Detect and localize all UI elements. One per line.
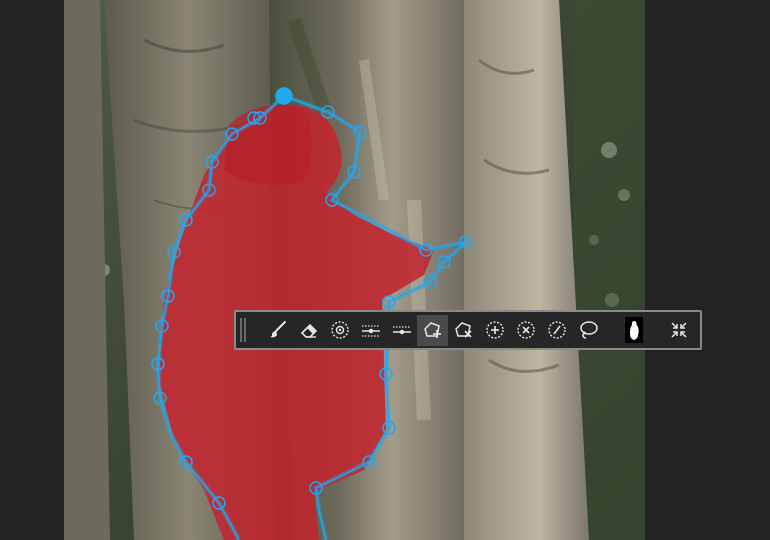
segmentation-toolbar: [234, 310, 702, 350]
mask-preview-toggle[interactable]: [625, 317, 643, 343]
photo-scene: [64, 0, 645, 540]
point-select-tool[interactable]: [324, 315, 355, 346]
threshold-up-tool[interactable]: [355, 315, 386, 346]
polygon-add-icon: [423, 322, 441, 338]
threshold-slider-down-icon: [392, 326, 411, 335]
brush-icon: [269, 321, 286, 338]
mask-preview-icon: [630, 321, 639, 340]
eraser-icon: [300, 323, 317, 338]
point-slash-tool[interactable]: [541, 315, 572, 346]
image-canvas[interactable]: [64, 0, 645, 540]
eraser-tool[interactable]: [293, 315, 324, 346]
polygon-remove-icon: [454, 322, 472, 338]
toolbar-drag-handle[interactable]: [240, 318, 246, 342]
brush-tool[interactable]: [262, 315, 293, 346]
left-panel: [0, 0, 64, 540]
crosshair-point-icon: [330, 321, 349, 339]
polygon-remove-tool[interactable]: [448, 315, 479, 346]
polygon-add-tool[interactable]: [417, 314, 448, 346]
point-slash-icon: [547, 321, 566, 339]
threshold-down-tool[interactable]: [386, 315, 417, 346]
point-remove-icon: [516, 321, 535, 339]
point-add-icon: [485, 321, 504, 339]
lasso-tool[interactable]: [572, 315, 603, 346]
point-add-tool[interactable]: [479, 315, 510, 346]
right-panel: [645, 0, 770, 540]
threshold-slider-up-icon: [361, 325, 380, 337]
point-remove-tool[interactable]: [510, 315, 541, 346]
collapse-toolbar-button[interactable]: [663, 315, 694, 346]
collapse-arrows-icon: [670, 322, 687, 338]
lasso-icon: [579, 321, 598, 339]
